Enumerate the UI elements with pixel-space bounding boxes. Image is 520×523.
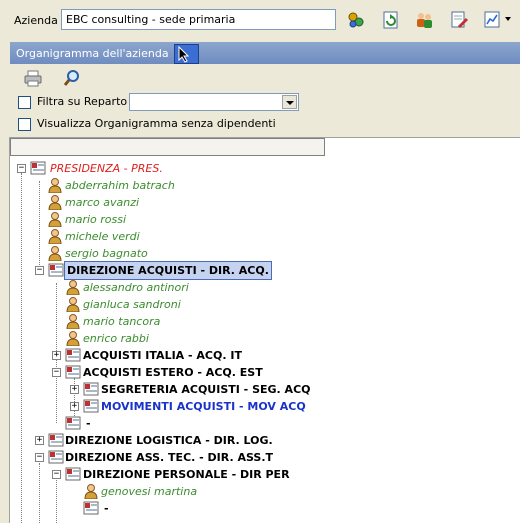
- tree-node-empty[interactable]: -: [10, 415, 510, 432]
- person-icon: [66, 331, 80, 346]
- tree-node-label: SEGRETERIA ACQUISTI - SEG. ACQ: [101, 383, 311, 396]
- filtra-label: Filtra su Reparto: [37, 95, 128, 108]
- users-icon[interactable]: [414, 10, 434, 30]
- org-node-icon: [65, 365, 81, 379]
- tree-node-person[interactable]: abderrahim batrach: [10, 177, 510, 194]
- person-icon: [84, 484, 98, 499]
- expand-icon[interactable]: +: [70, 385, 79, 394]
- reparto-dropdown-button[interactable]: [282, 95, 297, 109]
- refresh-icon[interactable]: [381, 10, 401, 30]
- tree-node-label: genovesi martina: [101, 485, 198, 498]
- expand-icon[interactable]: +: [52, 351, 61, 360]
- org-node-icon: [48, 263, 64, 277]
- person-icon: [48, 212, 62, 227]
- visualizza-checkbox[interactable]: [18, 118, 31, 131]
- document-pen-icon[interactable]: [449, 10, 469, 30]
- person-icon: [48, 178, 62, 193]
- tree-node-label: michele verdi: [65, 230, 140, 243]
- org-tree: − PRESIDENZA - PRES. abderrahim batrach …: [10, 138, 520, 523]
- expand-icon[interactable]: +: [35, 436, 44, 445]
- tree-node-label: sergio bagnato: [65, 247, 148, 260]
- tree-node-label: mario rossi: [65, 213, 127, 226]
- tree-node-label: marco avanzi: [65, 196, 140, 209]
- tree-node-acquisti-estero[interactable]: − ACQUISTI ESTERO - ACQ. EST: [10, 364, 510, 381]
- org-tree-panel: − PRESIDENZA - PRES. abderrahim batrach …: [9, 137, 520, 523]
- header-marker: [174, 44, 199, 64]
- org-node-icon: [48, 450, 64, 464]
- tree-node-person[interactable]: gianluca sandroni: [10, 296, 510, 313]
- tree-node-label: alessandro antinori: [83, 281, 189, 294]
- tree-node-person[interactable]: alessandro antinori: [10, 279, 510, 296]
- person-icon: [66, 297, 80, 312]
- person-icon: [66, 280, 80, 295]
- tree-node-person[interactable]: mario tancora: [10, 313, 510, 330]
- person-icon: [48, 195, 62, 210]
- collapse-icon[interactable]: −: [52, 470, 61, 479]
- search-icon[interactable]: [63, 69, 81, 87]
- reparto-select[interactable]: [129, 93, 299, 111]
- tree-node-label: DIREZIONE PERSONALE - DIR PER: [83, 468, 290, 481]
- collapse-icon[interactable]: −: [52, 368, 61, 377]
- tree-node-segreteria-acquisti[interactable]: + SEGRETERIA ACQUISTI - SEG. ACQ: [10, 381, 510, 398]
- tree-node-direzione-personale[interactable]: − DIREZIONE PERSONALE - DIR PER: [10, 466, 510, 483]
- tree-node-label: gianluca sandroni: [83, 298, 181, 311]
- tree-node-label: DIREZIONE ACQUISTI - DIR. ACQ.: [64, 261, 272, 280]
- azienda-label: Azienda: [14, 14, 58, 27]
- tree-node-label: mario tancora: [83, 315, 161, 328]
- person-icon: [48, 246, 62, 261]
- collapse-icon[interactable]: −: [35, 453, 44, 462]
- tree-node-movimenti-acquisti[interactable]: + MOVIMENTI ACQUISTI - MOV ACQ: [10, 398, 510, 415]
- tree-node-direzione-logistica[interactable]: + DIREZIONE LOGISTICA - DIR. LOG.: [10, 432, 510, 449]
- print-icon[interactable]: [24, 69, 42, 87]
- tree-node-label: -: [104, 502, 109, 515]
- tree-node-label: abderrahim batrach: [65, 179, 175, 192]
- tree-node-label: enrico rabbi: [83, 332, 149, 345]
- org-node-icon: [65, 348, 81, 362]
- chart-icon[interactable]: [483, 10, 503, 30]
- filtra-checkbox[interactable]: [18, 96, 31, 109]
- chevron-down-icon[interactable]: [505, 17, 511, 21]
- collapse-icon[interactable]: −: [17, 164, 26, 173]
- tree-node-person[interactable]: genovesi martina: [10, 483, 510, 500]
- org-node-icon: [48, 433, 64, 447]
- collapse-icon[interactable]: −: [35, 266, 44, 275]
- gear-people-icon[interactable]: [346, 10, 366, 30]
- azienda-field[interactable]: EBC consulting - sede primaria: [61, 9, 336, 30]
- tree-node-label: MOVIMENTI ACQUISTI - MOV ACQ: [101, 400, 306, 413]
- tree-node-label: ACQUISTI ESTERO - ACQ. EST: [83, 366, 263, 379]
- tree-node-person[interactable]: enrico rabbi: [10, 330, 510, 347]
- org-node-icon: [83, 501, 99, 515]
- tree-node-person[interactable]: marco avanzi: [10, 194, 510, 211]
- tree-node-direzione-acquisti[interactable]: − DIREZIONE ACQUISTI - DIR. ACQ.: [10, 261, 510, 280]
- org-node-icon: [65, 467, 81, 481]
- tree-node-label: ACQUISTI ITALIA - ACQ. IT: [83, 349, 242, 362]
- tree-node-person[interactable]: sergio bagnato: [10, 245, 510, 262]
- panel-title: Organigramma dell'azienda: [16, 47, 169, 60]
- expand-icon[interactable]: +: [70, 402, 79, 411]
- org-node-icon: [83, 382, 99, 396]
- person-icon: [48, 229, 62, 244]
- tree-node-direzione-ass-tec[interactable]: − DIREZIONE ASS. TEC. - DIR. ASS.T: [10, 449, 510, 466]
- cursor-icon: [178, 45, 190, 63]
- tree-node-label: -: [86, 417, 91, 430]
- visualizza-label: Visualizza Organigramma senza dipendenti: [37, 117, 276, 130]
- tree-node-label: PRESIDENZA - PRES.: [50, 162, 163, 175]
- person-icon: [66, 314, 80, 329]
- tree-node-presidenza[interactable]: − PRESIDENZA - PRES.: [10, 160, 510, 177]
- top-bar: Azienda EBC consulting - sede primaria: [0, 0, 520, 42]
- tree-node-label: DIREZIONE LOGISTICA - DIR. LOG.: [65, 434, 273, 447]
- sub-toolbar: [10, 64, 520, 92]
- org-node-icon: [65, 416, 81, 430]
- org-node-icon: [83, 399, 99, 413]
- tree-node-person[interactable]: mario rossi: [10, 211, 510, 228]
- org-node-icon: [30, 161, 46, 175]
- tree-node-acquisti-italia[interactable]: + ACQUISTI ITALIA - ACQ. IT: [10, 347, 510, 364]
- tree-node-person[interactable]: michele verdi: [10, 228, 510, 245]
- panel-header: Organigramma dell'azienda: [10, 42, 520, 64]
- tree-node-empty[interactable]: -: [10, 500, 510, 517]
- tree-node-label: DIREZIONE ASS. TEC. - DIR. ASS.T: [65, 451, 273, 464]
